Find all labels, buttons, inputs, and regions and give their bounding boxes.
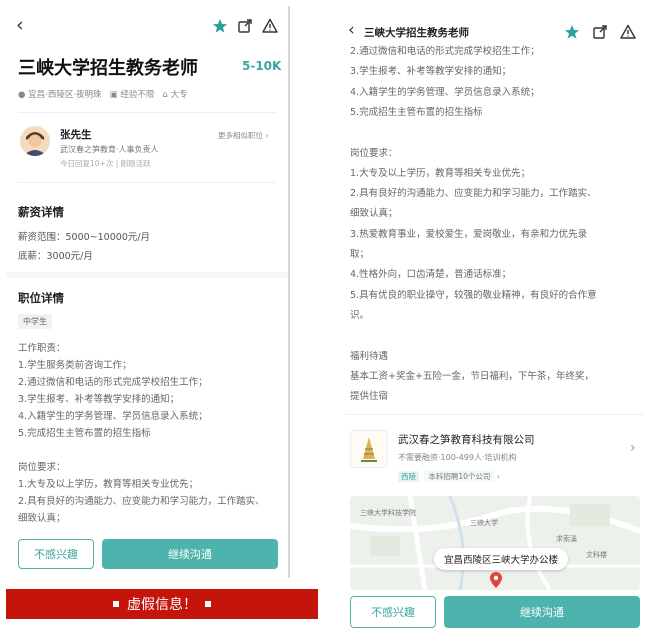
banner-text: 虚假信息！: [127, 597, 197, 613]
description-line: 细致认真；: [350, 208, 398, 220]
description-line: 2.通过微信和电话的形式完成学校招生工作；: [18, 377, 208, 388]
warning-icon[interactable]: [620, 24, 636, 40]
divider: [18, 182, 276, 183]
square-bullet-icon: [205, 601, 211, 607]
map-pin-icon: [490, 572, 502, 588]
map-label: 三峡大学科技学院: [360, 509, 416, 517]
company-info: 不需要融资·100-499人·培训机构: [398, 453, 517, 462]
continue-chat-button[interactable]: 继续沟通: [444, 596, 640, 628]
description-line: 1.大专及以上学历，教育等相关专业优先；: [350, 167, 531, 179]
star-icon[interactable]: [212, 18, 228, 34]
description-line: 5.完成招生主管布置的招生指标: [350, 106, 483, 118]
salary-base: 底薪：3000元/月: [18, 251, 93, 262]
divider: [346, 414, 644, 415]
similar-jobs-label: 更多相似职位: [218, 131, 263, 140]
divider: [18, 112, 276, 113]
experience-text: 经验不限: [120, 90, 155, 100]
description-line: 4.入籍学生的学务管理、学员信息录入系统；: [350, 86, 540, 98]
bamboo-shoot-logo-icon: [361, 437, 377, 462]
back-arrow-icon[interactable]: ‹: [348, 22, 355, 39]
share-icon[interactable]: [237, 18, 253, 34]
right-screen: ‹ 三峡大学招生教务老师 2.通过微信和电话的形式完成学校招生工作； 3.学生报考…: [346, 16, 644, 631]
description-line: 4.入籍学生的学务管理、学员信息录入系统；: [18, 411, 208, 422]
education-icon: ⌂: [162, 90, 168, 100]
description-line: 岗位要求：: [350, 147, 398, 159]
location-text: 宜昌·西陵区·夜明珠: [28, 90, 102, 100]
district-badge: 西陵: [398, 471, 419, 482]
description-line: 4.性格外向，口齿清楚，普通话标准；: [350, 269, 512, 281]
description-line: 工作职责：: [18, 343, 66, 354]
left-screen: ‹ 三峡大学招生教务老师 5-10K ● 宜昌·西陵区·夜明珠 ▣ 经验不限 ⌂…: [6, 6, 290, 578]
description-line: 2.具有良好的沟通能力、应变能力和学习能力，工作踏实、: [18, 496, 265, 507]
recruiter-avatar[interactable]: [20, 126, 50, 156]
experience-icon: ▣: [109, 90, 118, 100]
map-label: 文科楼: [586, 551, 607, 559]
recruiter-name: 张先生: [60, 129, 92, 141]
chevron-right-icon: ›: [265, 131, 269, 140]
job-tag: 中学生: [18, 314, 52, 329]
description-line: 取；: [350, 249, 370, 260]
description-line: 提供住宿: [350, 391, 389, 403]
job-meta: ● 宜昌·西陵区·夜明珠 ▣ 经验不限 ⌂ 大专: [18, 88, 188, 100]
description-line: 3.学生报考、补考等教学安排的通知；: [18, 394, 180, 405]
description-line: 2.通过微信和电话的形式完成学校招生工作；: [350, 46, 540, 57]
back-arrow-icon[interactable]: ‹: [16, 16, 24, 35]
star-icon[interactable]: [564, 24, 580, 40]
map-label: 三峡大学: [470, 519, 498, 527]
salary-range: 薪资范围：5000~10000元/月: [18, 232, 151, 243]
chevron-right-icon[interactable]: ›: [630, 440, 636, 456]
salary-value: 5-10K: [242, 59, 282, 73]
description-line: 基本工资+奖金+五险一金，节日福利，下午茶，年终奖，: [350, 370, 594, 382]
education-text: 大专: [170, 90, 188, 100]
description-line: 3.热爱教育事业，爱校爱生，爱岗敬业，有亲和力优先录: [350, 228, 588, 240]
recruiter-activity: 今日回复10+次 | 刚刚活跃: [60, 159, 151, 168]
bottom-action-bar: 不感兴趣 继续沟通: [6, 532, 288, 578]
recruiter-org: 武汉春之笋教育·人事负责人: [60, 145, 159, 154]
job-title: 三峡大学招生教务老师: [18, 58, 198, 79]
company-name[interactable]: 武汉春之笋教育科技有限公司: [398, 432, 535, 447]
continue-chat-button[interactable]: 继续沟通: [102, 539, 278, 569]
description-line: 1.学生服务类前咨询工作；: [18, 360, 132, 371]
map-label: 求索溪: [556, 535, 577, 543]
share-icon[interactable]: [592, 24, 608, 40]
description-line: 3.学生报考、补考等教学安排的通知；: [350, 66, 512, 78]
bottom-action-bar: 不感兴趣 继续沟通: [346, 590, 644, 631]
not-interested-button[interactable]: 不感兴趣: [18, 539, 94, 569]
company-badge-row: 西陵 本科招聘10个公司 ›: [398, 471, 500, 482]
avatar-image: [20, 126, 50, 156]
section-gap: [6, 272, 288, 278]
job-detail-heading: 职位详情: [18, 291, 64, 305]
location-icon: ●: [18, 90, 26, 100]
company-logo[interactable]: [350, 430, 388, 468]
chevron-right-icon: ›: [496, 472, 500, 481]
description-line: 1.大专及以上学历，教育等相关专业优先；: [18, 479, 199, 490]
similar-jobs-link[interactable]: 更多相似职位 ›: [218, 130, 268, 141]
description-line: 5.完成招生主管布置的招生指标: [18, 428, 151, 439]
description-line: 岗位要求：: [18, 462, 66, 473]
not-interested-button[interactable]: 不感兴趣: [350, 596, 436, 628]
square-bullet-icon: [113, 601, 119, 607]
description-line: 福利待遇: [350, 350, 389, 362]
warning-icon[interactable]: [262, 18, 278, 34]
company-badge-text: 本科招聘10个公司: [424, 471, 495, 482]
map-address-bubble: 宜昌西陵区三峡大学办公楼: [434, 548, 569, 570]
description-line: 2.具有良好的沟通能力、应变能力和学习能力，工作踏实、: [350, 188, 597, 200]
description-line: 细致认真；: [18, 513, 66, 524]
description-line: 识。: [350, 309, 370, 321]
description-line: 5.具有优良的职业操守，较强的敬业精神，有良好的合作意: [350, 289, 597, 301]
header-title: 三峡大学招生教务老师: [364, 27, 469, 39]
location-map[interactable]: 三峡大学科技学院 三峡大学 求索溪 文科楼 宜昌西陵区三峡大学办公楼: [350, 496, 640, 590]
fake-info-banner: 虚假信息！: [6, 589, 318, 619]
salary-heading: 薪资详情: [18, 205, 64, 219]
